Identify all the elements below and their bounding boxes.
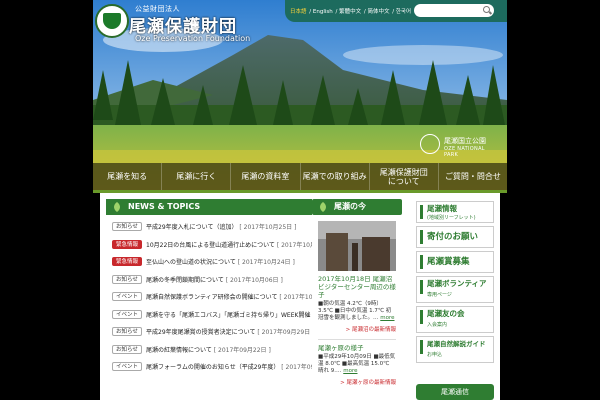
lang-link-zh-cn[interactable]: 简体中文: [367, 9, 389, 15]
search-icon[interactable]: [483, 6, 490, 13]
sidebar-item-label: 寄付のお願い: [427, 232, 479, 242]
more-link[interactable]: more: [343, 368, 357, 374]
news-tag: イベント: [112, 362, 142, 371]
news-title[interactable]: 尾瀬の冬季閉鎖期間について: [146, 277, 224, 284]
sidebar-item-sub: (地域別リーフレット): [427, 215, 476, 221]
sidebar-item-sub: お申込: [427, 352, 443, 358]
report1-body: ■朝の気温 4.2℃（9時）3.5℃ ■日中の気温 1.7℃ 初冠雪を観測しまし…: [318, 301, 395, 321]
oze-now-section: 尾瀬の今 2017年10月18日 尾瀬沼ビジターセンター周辺の様子 ■朝の気温 …: [312, 199, 402, 386]
news-tag: お知らせ: [112, 327, 142, 336]
badge-subtitle: OZE NATIONAL PARK: [444, 146, 485, 158]
lang-link-ja[interactable]: 日本語: [290, 9, 307, 15]
sidebar-item-friends[interactable]: 尾瀬友の会 入会案内: [416, 306, 494, 333]
oze-newsletter-button[interactable]: 尾瀬通信: [416, 384, 494, 400]
news-date: [ 2017年10月24日 ]: [237, 259, 295, 266]
leaf-icon: [114, 202, 120, 212]
sidebar-item-label: 尾瀬賞募集: [427, 257, 470, 267]
news-date: [ 2017年09月29日 ]: [257, 329, 315, 336]
report2-body: ■平成29年10月09日 ■最低気温 8.0℃ ■最高気温 15.0℃ 晴れ 9…: [318, 354, 396, 374]
news-tag: 緊急情報: [112, 257, 142, 266]
news-tag: お知らせ: [112, 274, 142, 284]
nav-item-about[interactable]: 尾瀬保護財団 について: [370, 163, 439, 190]
news-tag: 緊急情報: [112, 239, 142, 249]
report1-title[interactable]: 2017年10月18日 尾瀬沼ビジターセンター周辺の様子: [318, 275, 396, 299]
national-park-badge[interactable]: 尾瀬国立公園 OZE NATIONAL PARK: [420, 134, 498, 158]
lang-link-zh-tw[interactable]: 繁體中文: [339, 9, 361, 15]
news-title[interactable]: 尾瀬を守る「尾瀬エコバス」「尾瀬ゴミ持ち帰り」WEEK開催: [146, 312, 310, 319]
more-link[interactable]: more: [380, 315, 394, 321]
nav-item-activities[interactable]: 尾瀬での取り組み: [301, 163, 370, 190]
site-logo[interactable]: 公益財団法人 尾瀬保護財団 Oze Preservation Foundatio…: [95, 4, 285, 50]
sidebar-item-donation[interactable]: 寄付のお願い: [416, 226, 494, 248]
oze-now-heading: 尾瀬の今: [312, 199, 402, 215]
nav-item-access[interactable]: 尾瀬に行く: [162, 163, 232, 190]
lang-link-en[interactable]: English: [313, 9, 333, 15]
badge-title: 尾瀬国立公園: [444, 137, 486, 145]
language-links: 日本語 / English / 繁體中文 / 简体中文 / 한국어: [290, 9, 412, 15]
sidebar-item-oze-info[interactable]: 尾瀬情報 (地域別リーフレット): [416, 201, 494, 223]
sidebar-item-label: 尾瀬自然解説ガイド: [427, 340, 486, 348]
news-tag: お知らせ: [112, 222, 142, 231]
sidebar-item-sub: 専用ページ: [427, 292, 452, 298]
sidebar-item-label: 尾瀬ボランティア: [427, 279, 487, 288]
news-tag: イベント: [112, 309, 142, 319]
news-title[interactable]: 平成29年度尾瀬賞の授賞者決定について: [146, 329, 255, 336]
main-nav: 尾瀬を知る 尾瀬に行く 尾瀬の資料室 尾瀬での取り組み 尾瀬保護財団 について …: [93, 163, 507, 190]
sidebar-item-label: 尾瀬情報: [427, 204, 457, 213]
report1-link[interactable]: > 尾瀬沼の最新情報: [318, 325, 396, 333]
nav-item-know[interactable]: 尾瀬を知る: [93, 163, 163, 190]
nav-item-contact[interactable]: ご質問・問合せ: [439, 163, 507, 190]
report-photo[interactable]: [318, 221, 396, 271]
search-input[interactable]: [414, 4, 494, 17]
report2-title[interactable]: 尾瀬ヶ原の様子: [318, 344, 396, 352]
divider: [318, 339, 396, 340]
news-title[interactable]: 尾瀬フォーラムの開催のお知らせ（平成29年度）: [146, 364, 279, 371]
sidebar-item-label: 尾瀬友の会: [427, 309, 465, 318]
news-date: [ 2017年10月06日 ]: [225, 276, 283, 284]
report2-link[interactable]: > 尾瀬ヶ原の最新情報: [318, 378, 396, 386]
news-title[interactable]: 至仏山への登山道の状況について: [146, 259, 236, 266]
sidebar-item-guide[interactable]: 尾瀬自然解説ガイド お申込: [416, 336, 494, 363]
news-heading-label: NEWS & TOPICS: [128, 202, 201, 211]
sidebar-item-volunteer[interactable]: 尾瀬ボランティア 専用ページ: [416, 276, 494, 303]
news-tag: イベント: [112, 292, 142, 301]
news-tag: お知らせ: [112, 344, 142, 354]
news-title[interactable]: 尾瀬の紅葉情報について: [146, 347, 212, 354]
oze-now-heading-label: 尾瀬の今: [334, 202, 366, 211]
news-title[interactable]: 10月22日の台風による登山道通行止めについて: [146, 242, 275, 249]
main-content: NEWS & TOPICS お知らせ 平成29年度入札について（追加） [ 201…: [100, 193, 500, 400]
lang-link-ko[interactable]: 한국어: [396, 9, 411, 15]
news-date: [ 2017年10月25日 ]: [239, 224, 297, 231]
logo-english: Oze Preservation Foundation: [135, 34, 251, 43]
logo-emblem-icon: [95, 4, 129, 38]
sidebar-item-oze-award[interactable]: 尾瀬賞募集: [416, 251, 494, 273]
nav-item-archive[interactable]: 尾瀬の資料室: [231, 163, 301, 190]
park-emblem-icon: [420, 134, 440, 154]
sidebar-item-sub: 入会案内: [427, 322, 448, 328]
news-date: [ 2017年09月22日 ]: [213, 346, 271, 354]
news-title[interactable]: 平成29年度入札について（追加）: [146, 224, 237, 231]
sidebar: 尾瀬情報 (地域別リーフレット) 寄付のお願い 尾瀬賞募集 尾瀬ボランティア 専…: [416, 201, 494, 366]
leaf-icon: [320, 202, 326, 212]
page: 公益財団法人 尾瀬保護財団 Oze Preservation Foundatio…: [0, 0, 600, 400]
news-title[interactable]: 尾瀬自然保護ボランティア研修会の開催について: [146, 294, 277, 301]
